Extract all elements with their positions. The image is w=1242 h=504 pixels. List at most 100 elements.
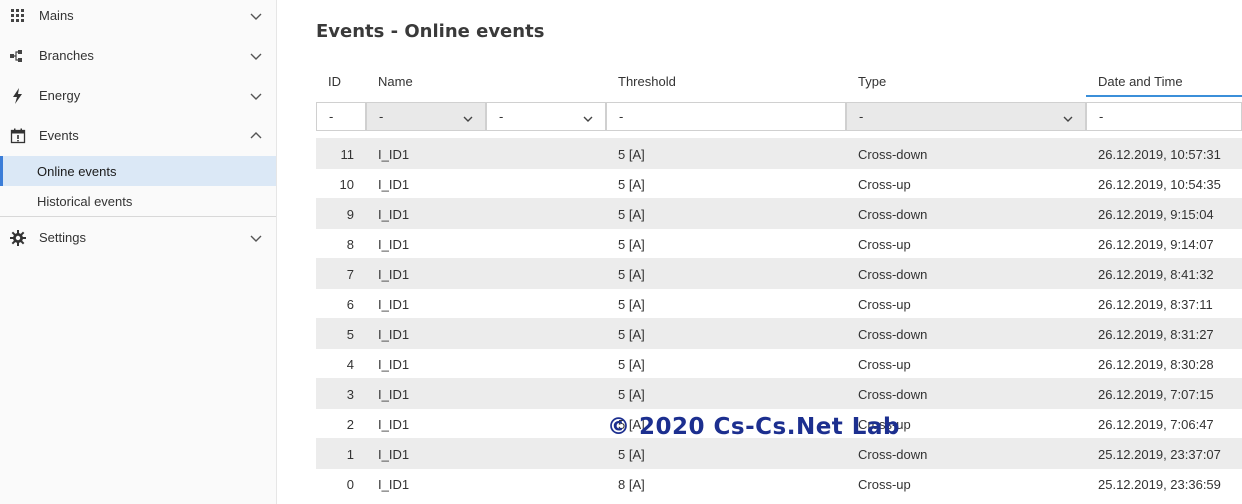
cell-type: Cross-up — [858, 237, 911, 252]
cell-id: 9 — [346, 207, 354, 222]
cell-id: 0 — [346, 477, 354, 492]
sidebar: Mains Branches Energy Events Online even… — [0, 0, 277, 504]
cell-threshold: 5 [A] — [618, 147, 645, 162]
sidebar-item-label: Branches — [39, 48, 94, 63]
cell-name: I_ID1 — [378, 357, 410, 372]
cell-threshold: 5 [A] — [618, 357, 645, 372]
cell-id: 3 — [346, 387, 354, 402]
cell-datetime: 26.12.2019, 10:57:31 — [1098, 147, 1221, 162]
column-header-type[interactable]: Type — [858, 74, 886, 89]
cell-threshold: 5 [A] — [618, 267, 645, 282]
cell-id: 8 — [346, 237, 354, 252]
filter-value: - — [619, 109, 624, 124]
filter-datetime-input[interactable]: - — [1086, 102, 1242, 131]
cell-id: 1 — [346, 447, 354, 462]
chevron-down-icon — [250, 10, 262, 22]
cell-type: Cross-up — [858, 357, 911, 372]
table-row[interactable]: 9 I_ID1 5 [A] Cross-down 26.12.2019, 9:1… — [316, 198, 1242, 228]
cell-name: I_ID1 — [378, 207, 410, 222]
branches-icon — [10, 48, 26, 64]
sidebar-subitem-label: Historical events — [37, 194, 133, 209]
cell-threshold: 5 [A] — [618, 177, 645, 192]
chevron-down-icon — [463, 112, 473, 122]
cell-threshold: 5 [A] — [618, 207, 645, 222]
column-header-date-and-time[interactable]: Date and Time — [1098, 74, 1183, 89]
table-row[interactable]: 10 I_ID1 5 [A] Cross-up 26.12.2019, 10:5… — [316, 168, 1242, 198]
cell-type: Cross-down — [858, 447, 928, 462]
filter-name-select[interactable]: - — [366, 102, 486, 131]
sidebar-subitem-historical-events[interactable]: Historical events — [0, 186, 276, 216]
cell-datetime: 26.12.2019, 8:31:27 — [1098, 327, 1214, 342]
table-row[interactable]: 7 I_ID1 5 [A] Cross-down 26.12.2019, 8:4… — [316, 258, 1242, 288]
table-row[interactable]: 11 I_ID1 5 [A] Cross-down 26.12.2019, 10… — [316, 138, 1242, 168]
table-row[interactable]: 5 I_ID1 5 [A] Cross-down 26.12.2019, 8:3… — [316, 318, 1242, 348]
chevron-down-icon — [250, 232, 262, 244]
cell-type: Cross-down — [858, 207, 928, 222]
cell-datetime: 26.12.2019, 8:41:32 — [1098, 267, 1214, 282]
cell-datetime: 26.12.2019, 7:06:47 — [1098, 417, 1214, 432]
sidebar-subitem-online-events[interactable]: Online events — [0, 156, 276, 186]
table-row[interactable]: 1 I_ID1 5 [A] Cross-down 25.12.2019, 23:… — [316, 438, 1242, 468]
cell-threshold: 8 [A] — [618, 477, 645, 492]
filter-value: - — [859, 109, 864, 124]
cell-threshold: 5 [A] — [618, 237, 645, 252]
filter-id-input[interactable]: - — [316, 102, 366, 131]
cell-type: Cross-up — [858, 477, 911, 492]
cell-datetime: 25.12.2019, 23:37:07 — [1098, 447, 1221, 462]
filter-name-select-2[interactable]: - — [486, 102, 606, 131]
sidebar-item-branches[interactable]: Branches — [0, 36, 276, 76]
column-header-name[interactable]: Name — [378, 74, 413, 89]
table-row[interactable]: 0 I_ID1 8 [A] Cross-up 25.12.2019, 23:36… — [316, 468, 1242, 498]
table-row[interactable]: 8 I_ID1 5 [A] Cross-up 26.12.2019, 9:14:… — [316, 228, 1242, 258]
cell-threshold: 5 [A] — [618, 387, 645, 402]
sidebar-subitem-label: Online events — [37, 164, 117, 179]
sidebar-item-settings[interactable]: Settings — [0, 218, 276, 258]
table-row[interactable]: 3 I_ID1 5 [A] Cross-down 26.12.2019, 7:0… — [316, 378, 1242, 408]
lightning-icon — [10, 88, 26, 104]
cell-id: 2 — [346, 417, 354, 432]
cell-name: I_ID1 — [378, 327, 410, 342]
filter-value: - — [1099, 109, 1104, 124]
filter-threshold-input[interactable]: - — [606, 102, 846, 131]
cell-type: Cross-up — [858, 177, 911, 192]
cell-threshold: 5 [A] — [618, 327, 645, 342]
sidebar-item-events[interactable]: Events — [0, 116, 276, 156]
cell-name: I_ID1 — [378, 447, 410, 462]
chevron-down-icon — [250, 50, 262, 62]
sidebar-item-energy[interactable]: Energy — [0, 76, 276, 116]
sorted-column-indicator — [1086, 95, 1242, 97]
sidebar-item-mains[interactable]: Mains — [0, 0, 276, 36]
gear-icon — [10, 230, 26, 246]
sidebar-item-label: Events — [39, 128, 79, 143]
cell-datetime: 26.12.2019, 9:15:04 — [1098, 207, 1214, 222]
table-row[interactable]: 4 I_ID1 5 [A] Cross-up 26.12.2019, 8:30:… — [316, 348, 1242, 378]
cell-threshold: 5 [A] — [618, 447, 645, 462]
cell-name: I_ID1 — [378, 147, 410, 162]
cell-type: Cross-down — [858, 327, 928, 342]
cell-type: Cross-up — [858, 297, 911, 312]
cell-type: Cross-down — [858, 387, 928, 402]
cell-datetime: 26.12.2019, 8:37:11 — [1098, 297, 1213, 312]
cell-id: 4 — [346, 357, 354, 372]
cell-id: 10 — [339, 177, 354, 192]
cell-name: I_ID1 — [378, 387, 410, 402]
filter-value: - — [379, 109, 384, 124]
cell-threshold: 5 [A] — [618, 297, 645, 312]
page-title: Events - Online events — [316, 21, 545, 42]
filter-row: - - - - - - — [316, 102, 1242, 132]
chevron-down-icon — [250, 90, 262, 102]
filter-type-select[interactable]: - — [846, 102, 1086, 131]
chevron-down-icon — [583, 112, 593, 122]
column-header-threshold[interactable]: Threshold — [618, 74, 676, 89]
cell-name: I_ID1 — [378, 417, 410, 432]
cell-name: I_ID1 — [378, 237, 410, 252]
table-row[interactable]: 6 I_ID1 5 [A] Cross-up 26.12.2019, 8:37:… — [316, 288, 1242, 318]
watermark: © 2020 Cs-Cs.Net Lab — [607, 414, 900, 440]
cell-type: Cross-down — [858, 267, 928, 282]
cell-id: 5 — [346, 327, 354, 342]
cell-datetime: 26.12.2019, 10:54:35 — [1098, 177, 1221, 192]
grid-icon — [10, 8, 26, 24]
sidebar-item-label: Energy — [39, 88, 81, 103]
cell-name: I_ID1 — [378, 477, 410, 492]
column-header-id[interactable]: ID — [328, 74, 341, 89]
